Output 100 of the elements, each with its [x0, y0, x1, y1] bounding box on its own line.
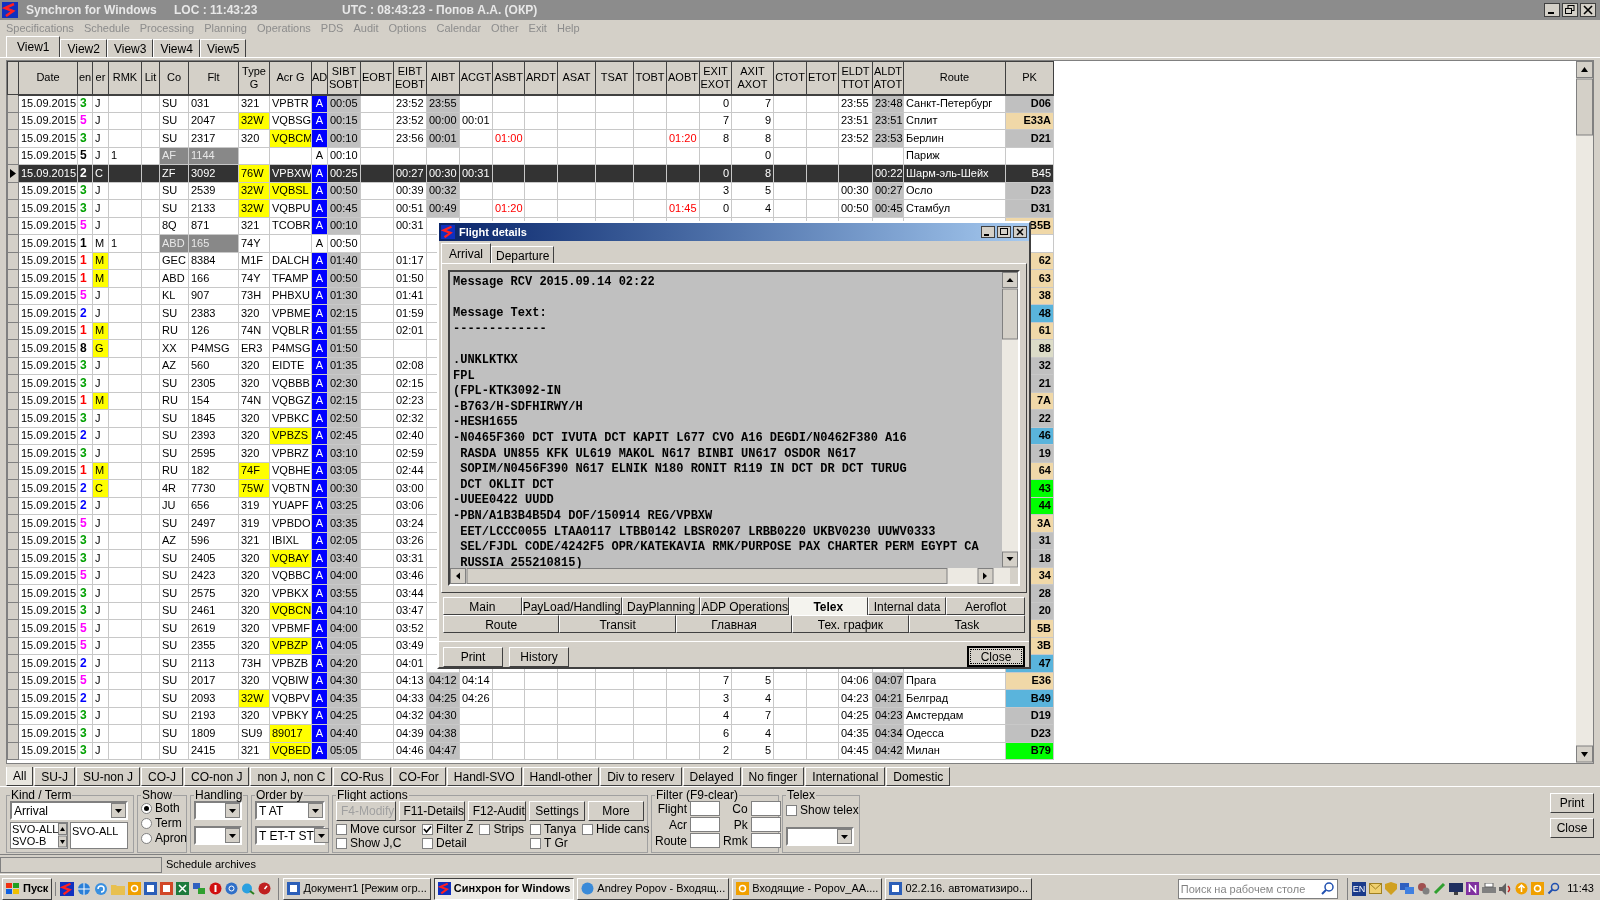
filter-tab[interactable]: CO-Rus [333, 767, 391, 786]
filter-field[interactable] [750, 801, 781, 816]
checkbox-box[interactable] [479, 823, 491, 835]
filter-tab[interactable]: CO-J [141, 767, 184, 786]
column-header[interactable]: ETOT [806, 61, 839, 95]
column-header[interactable]: Date [18, 61, 78, 95]
printer-icon[interactable] [1482, 882, 1497, 895]
checkbox[interactable]: Tanya [530, 822, 577, 836]
order-dropdown[interactable]: T AT [255, 801, 325, 820]
vertical-scrollbar[interactable] [1002, 272, 1018, 568]
view-tab[interactable]: View2 [60, 39, 107, 57]
column-header[interactable]: PK [1005, 61, 1054, 95]
filter-tab[interactable]: Handl-other [522, 767, 600, 786]
list-item[interactable]: SVO-ALL [12, 823, 59, 835]
filter-field[interactable] [690, 817, 721, 832]
row-header[interactable] [7, 164, 19, 182]
envelope-icon[interactable] [1369, 883, 1383, 894]
handling-dropdown[interactable] [194, 826, 242, 845]
column-header[interactable]: AXIT AXOT [731, 61, 774, 95]
close-icon[interactable] [1013, 226, 1027, 238]
column-header[interactable]: ACGT [459, 61, 493, 95]
term-field[interactable]: SVO-ALL [70, 822, 128, 849]
filter-tab[interactable]: All [6, 767, 34, 786]
checkbox[interactable]: Filter Z [422, 822, 474, 836]
checkbox-box[interactable] [336, 823, 347, 835]
radio-button[interactable] [141, 818, 152, 829]
action-button[interactable]: F11-Details [398, 801, 465, 821]
page-tab[interactable]: PayLoad/Handling [521, 597, 622, 615]
filter-tab[interactable]: non J, non C [250, 767, 333, 786]
column-header[interactable]: EIBT EOBT [393, 61, 427, 95]
radio-option[interactable]: Both [141, 801, 183, 816]
checkbox-box[interactable] [336, 837, 347, 849]
page-tab[interactable]: Internal data [867, 597, 947, 615]
taskbar-button[interactable]: Синхрон for Windows [433, 877, 575, 900]
monitor-icon[interactable] [1449, 882, 1464, 895]
checkbox-box[interactable] [530, 823, 542, 835]
telex-dropdown[interactable] [786, 827, 854, 846]
up-arrow-circle-icon[interactable] [1515, 882, 1529, 895]
filter-tab[interactable]: Domestic [886, 767, 951, 786]
page-tab[interactable]: Telex [788, 597, 868, 615]
checkbox-box[interactable] [422, 823, 434, 835]
column-header[interactable]: ARDT [524, 61, 558, 95]
page-tab[interactable]: Aeroflot [946, 597, 1025, 615]
filter-field[interactable] [750, 833, 781, 848]
taskbar-button[interactable]: Документ1 [Режим огр... [283, 877, 431, 900]
close-button[interactable]: Close [967, 646, 1025, 667]
checkbox-box[interactable] [582, 823, 594, 835]
column-header[interactable]: Flt [188, 61, 239, 95]
checkbox[interactable]: Move cursor [336, 822, 417, 836]
checkbox[interactable]: Show J,C [336, 836, 417, 850]
spreadsheet-icon[interactable] [176, 882, 190, 895]
column-header[interactable]: CTOT [773, 61, 807, 95]
taskbar-button[interactable]: 02.2.16. автоматизиро... [885, 877, 1033, 900]
filter-tab[interactable]: Delayed [682, 767, 741, 786]
minimize-icon[interactable] [1544, 3, 1560, 17]
column-header[interactable]: RMK [108, 61, 142, 95]
page-tab[interactable]: ADP Operations [700, 597, 789, 615]
side-button[interactable]: Close [1550, 818, 1594, 838]
column-header[interactable]: Route [903, 61, 1006, 95]
column-header[interactable]: EOBT [360, 61, 394, 95]
language-indicator[interactable]: EN [1351, 881, 1367, 896]
column-header[interactable]: SIBT SOBT [327, 61, 361, 95]
vertical-scrollbar[interactable] [1576, 61, 1593, 763]
taskbar-button[interactable]: Входящие - Popov_AA.... [732, 877, 883, 900]
column-header[interactable]: Acr G [269, 61, 312, 95]
magnifier-icon[interactable] [1547, 882, 1561, 895]
filter-tab[interactable]: CO-For [391, 767, 446, 786]
maximize-icon[interactable] [997, 226, 1011, 238]
speaker-icon[interactable] [1499, 882, 1513, 895]
column-header[interactable]: TSAT [595, 61, 634, 95]
checkbox-box[interactable] [530, 837, 542, 849]
kind-dropdown[interactable]: Arrival [10, 801, 128, 820]
filter-tab[interactable]: International [805, 767, 886, 786]
column-header[interactable]: ELDT TTOT [838, 61, 873, 95]
taskbar-button[interactable]: Andrey Popov - Входящ... [577, 877, 730, 900]
close-icon[interactable] [1580, 3, 1596, 17]
horizontal-scrollbar[interactable] [450, 568, 1010, 584]
column-header[interactable]: TOBT [633, 61, 667, 95]
side-button[interactable]: Print [1550, 793, 1594, 813]
view-tab[interactable]: View1 [6, 36, 61, 57]
view-tab[interactable]: View3 [106, 39, 154, 57]
handling-dropdown[interactable] [194, 801, 242, 820]
column-header[interactable]: EXIT EXOT [699, 61, 732, 95]
document-icon[interactable] [144, 882, 158, 895]
filter-field[interactable] [750, 817, 781, 832]
dialog-button[interactable]: History [509, 646, 569, 667]
filter-tab[interactable]: SU-J [34, 767, 75, 786]
filter-tab[interactable]: No finger [741, 767, 805, 786]
radio-button[interactable] [141, 803, 152, 814]
search-field[interactable]: Поиск на рабочем столе [1177, 878, 1338, 899]
start-button[interactable]: Пуск [2, 877, 53, 900]
column-header[interactable]: ASBT [492, 61, 525, 95]
radio-button[interactable] [141, 833, 152, 844]
filter-field[interactable] [690, 801, 721, 816]
term-listbox[interactable]: SVO-ALL SVO-B [10, 822, 68, 849]
filter-field[interactable] [690, 833, 721, 848]
checkbox[interactable]: Detail [422, 836, 474, 850]
page-tab[interactable]: Main [443, 597, 522, 615]
checkbox-box[interactable] [422, 837, 434, 849]
column-header[interactable]: AIBT [426, 61, 460, 95]
